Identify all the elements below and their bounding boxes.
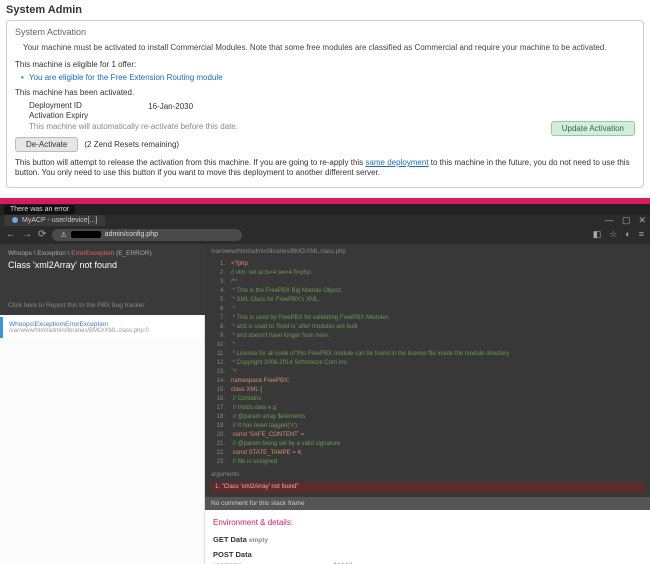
- code-line: 10. *: [211, 341, 644, 350]
- code-line: 17. // Holds data e.g: [211, 404, 644, 413]
- code-line: 23. // file is unsigned: [211, 458, 644, 467]
- activation-expiry-value: 16-Jan-2030: [148, 102, 193, 111]
- arguments-label: arguments: [211, 471, 644, 480]
- forward-icon[interactable]: →: [22, 229, 32, 240]
- address-bar: ← → ⟳ ⚠ admin/config.php ◧ ☆ ◐ ≡: [0, 226, 650, 244]
- stack-frames: Whoops\Exception\ErrorException /var/www…: [0, 315, 205, 564]
- error-main: /var/www/html/admin/libraries/BMO/XML.cl…: [205, 244, 650, 564]
- code-line: 11. * License for all code of this FreeP…: [211, 350, 644, 359]
- tab-title: MyACP - user/device[...]: [22, 217, 97, 224]
- code-line: 3./**: [211, 278, 644, 287]
- system-admin-panel: System Admin System Activation Your mach…: [0, 0, 650, 194]
- code-line: 5. * XML Class for FreePBX's XML.: [211, 296, 644, 305]
- code-line: 1.<?php: [211, 260, 644, 269]
- bookmark-icon[interactable]: ☆: [609, 229, 617, 240]
- code-line: 13. */: [211, 368, 644, 377]
- menu-icon[interactable]: ≡: [639, 229, 644, 240]
- error-banner: There was an error: [0, 204, 650, 215]
- error-sidebar: Whoops \ Exception \ ErrorException (E_E…: [0, 244, 205, 564]
- code-line: 16. // Contains: [211, 395, 644, 404]
- back-icon[interactable]: ←: [6, 229, 16, 240]
- activation-heading: System Activation: [15, 25, 635, 39]
- frame-exception: Whoops\Exception\ErrorException: [9, 321, 198, 328]
- update-activation-button[interactable]: Update Activation: [551, 121, 635, 136]
- get-data-heading: GET Data empty: [213, 531, 642, 546]
- whoops-error-page: Whoops \ Exception \ ErrorException (E_E…: [0, 244, 650, 564]
- environment-heading: Environment & details:: [213, 516, 642, 531]
- exception-breadcrumb: Whoops \ Exception \ ErrorException (E_E…: [8, 250, 197, 257]
- reload-icon[interactable]: ⟳: [38, 229, 46, 240]
- url-field[interactable]: ⚠ admin/config.php: [52, 229, 242, 241]
- code-line: 18. // @param array $elements: [211, 413, 644, 422]
- tab-strip: MyACP - user/device[...] — ▢ ✕: [0, 215, 650, 226]
- error-summary: Whoops \ Exception \ ErrorException (E_E…: [0, 244, 205, 315]
- browser-tab[interactable]: MyACP - user/device[...]: [4, 215, 105, 226]
- deactivate-button[interactable]: De-Activate: [15, 137, 78, 152]
- stack-frame[interactable]: Whoops\Exception\ErrorException /var/www…: [0, 317, 204, 338]
- post-data-heading: POST Data: [213, 546, 642, 561]
- auto-reactivate-note: This machine will automatically re-activ…: [15, 122, 635, 135]
- code-line: 15.class XML {: [211, 386, 644, 395]
- account-icon[interactable]: ◐: [625, 229, 630, 240]
- code-line: 21. // @param being set by a valid signa…: [211, 440, 644, 449]
- maximize-icon[interactable]: ▢: [622, 215, 631, 226]
- environment-section: Environment & details: GET Data empty PO…: [205, 510, 650, 564]
- extension-icon[interactable]: ◧: [593, 229, 602, 240]
- error-banner-text: There was an error: [4, 205, 75, 214]
- ssl-warning-icon: ⚠: [60, 231, 66, 239]
- resets-remaining: (2 Zend Resets remaining): [84, 140, 179, 149]
- page-title: System Admin: [6, 2, 644, 18]
- activation-details: Deployment ID Activation Expiry 16-Jan-2…: [15, 99, 635, 122]
- env-row: username"***": [213, 561, 642, 564]
- frame-location: /var/www/html/admin/libraries/BMO/XML.cl…: [9, 328, 198, 334]
- offer-link[interactable]: You are eligible for the Free Extension …: [15, 71, 635, 86]
- code-line: 8. * and is used to 'fixed is' after mod…: [211, 323, 644, 332]
- code-line: 9. * and doesn't have longer from here.: [211, 332, 644, 341]
- report-link[interactable]: Click here to Report this to the PBX bug…: [8, 296, 197, 309]
- code-line: 6. *: [211, 305, 644, 314]
- code-line: 4. * This is the FreePBX Big Module Obje…: [211, 287, 644, 296]
- activation-card: System Activation Your machine must be a…: [6, 20, 644, 188]
- activated-note: This machine has been activated.: [15, 86, 635, 99]
- close-icon[interactable]: ✕: [638, 215, 646, 226]
- code-line: 7. * This is used by FreePBX for validat…: [211, 314, 644, 323]
- error-headline: Class 'xml2Array' not found: [8, 257, 197, 272]
- activation-notice: Your machine must be activated to instal…: [15, 39, 635, 58]
- release-note: This button will attempt to release the …: [15, 154, 635, 179]
- url-host-redacted: [71, 231, 101, 238]
- error-marker-line: 1. "Class 'xml2Array' not found": [211, 482, 644, 493]
- offer-line: This machine is eligible for 1 offer:: [15, 58, 635, 71]
- code-line: 12. * Copyright 2006-2014 Schmooze Com I…: [211, 359, 644, 368]
- code-line: 2.// vim: set ai ts=4 sw=4 ft=php:: [211, 269, 644, 278]
- url-path: admin/config.php: [105, 231, 158, 238]
- code-line: 19. // It has been tagged('n'): [211, 422, 644, 431]
- deployment-id-label: Deployment ID: [29, 101, 88, 110]
- code-line: 20. const 'SAFE_CONTENT' =: [211, 431, 644, 440]
- code-line: 22. const STATE_TAMPE = 4;: [211, 449, 644, 458]
- favicon-icon: [12, 217, 18, 223]
- code-viewer: /var/www/html/admin/libraries/BMO/XML.cl…: [205, 244, 650, 497]
- activation-expiry-label: Activation Expiry: [29, 111, 88, 120]
- browser-window: There was an error MyACP - user/device[.…: [0, 198, 650, 564]
- minimize-icon[interactable]: —: [605, 215, 614, 226]
- code-file-path: /var/www/html/admin/libraries/BMO/XML.cl…: [211, 248, 644, 257]
- code-line: 14.namespace FreePBX;: [211, 377, 644, 386]
- stack-comment: No comment for this stack frame: [205, 497, 650, 510]
- same-deployment-link[interactable]: same deployment: [365, 158, 428, 167]
